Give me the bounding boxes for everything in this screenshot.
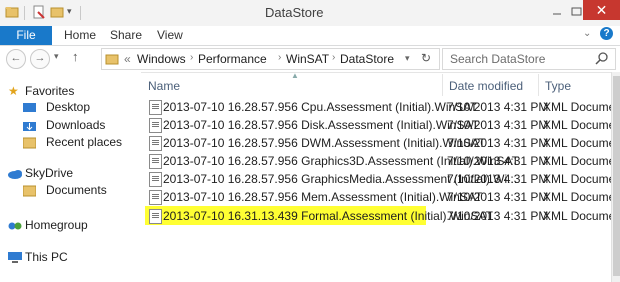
file-name: 2013-07-10 16.28.57.956 DWM.Assessment (… [163,136,486,150]
file-type: XML Document [543,154,620,168]
minimize-button[interactable] [545,3,569,21]
desktop-icon [23,101,36,113]
file-type: XML Document [543,190,620,204]
column-date-modified[interactable]: Date modified [449,79,523,93]
forward-button[interactable]: → [30,49,50,69]
close-button[interactable]: ✕ [583,0,620,20]
vertical-scrollbar[interactable] [611,72,620,282]
crumb-datastore[interactable]: DataStore [340,52,394,66]
tab-home[interactable]: Home [64,28,96,42]
address-bar[interactable]: « Windows › Performance › WinSAT › DataS… [101,48,440,70]
new-folder-icon[interactable] [50,5,64,19]
separator [80,6,81,20]
chevron-right-icon[interactable]: › [332,52,335,63]
column-header: ▲ Name Date modified Type [141,71,611,96]
downloads-icon [23,119,36,131]
file-row[interactable]: 2013-07-10 16.28.57.956 Disk.Assessment … [145,116,620,134]
file-type: XML Document [543,100,620,114]
navigation-bar: ← → ▾ ↑ « Windows › Performance › WinSAT… [0,46,620,73]
crumb-winsat[interactable]: WinSAT [286,52,329,66]
nav-downloads[interactable]: Downloads [0,116,141,134]
nav-homegroup[interactable]: Homegroup [0,216,141,234]
refresh-icon[interactable]: ↻ [421,51,431,65]
up-arrow-icon[interactable]: ↑ [72,49,79,64]
window-title: DataStore [265,5,324,20]
xml-file-icon [149,172,162,187]
xml-file-icon [149,100,162,115]
nav-desktop[interactable]: Desktop [0,98,141,116]
crumb-performance[interactable]: Performance [198,52,267,66]
homegroup-icon [8,219,22,231]
file-date: 7/10/2013 4:31 PM [447,172,549,186]
file-type: XML Document [543,118,620,132]
overflow-crumb[interactable]: « [124,52,131,66]
address-dropdown-icon[interactable]: ▾ [405,53,410,64]
nav-this-pc[interactable]: This PC [0,248,141,266]
nav-documents[interactable]: Documents [0,181,141,199]
file-name: 2013-07-10 16.28.57.956 Cpu.Assessment (… [163,100,478,114]
xml-file-icon [149,136,162,151]
file-row[interactable]: 2013-07-10 16.28.57.956 DWM.Assessment (… [145,134,620,152]
scrollbar-thumb[interactable] [613,76,620,276]
sort-ascending-icon: ▲ [291,71,299,80]
xml-file-icon [149,209,162,224]
documents-icon [22,184,37,197]
file-date: 7/10/2013 4:31 PM [447,118,549,132]
properties-icon[interactable] [32,5,46,19]
file-row[interactable]: 2013-07-10 16.28.57.956 GraphicsMedia.As… [145,170,620,188]
search-input[interactable]: Search DataStore [442,48,616,70]
file-row[interactable]: 2013-07-10 16.28.57.956 Cpu.Assessment (… [145,98,620,116]
file-type: XML Document [543,172,620,186]
column-divider[interactable] [442,74,443,96]
nav-skydrive[interactable]: SkyDrive [0,164,141,182]
chevron-right-icon[interactable]: › [190,52,193,63]
column-divider[interactable] [538,74,539,96]
title-bar: ▾ DataStore ✕ [0,0,620,27]
tab-file[interactable]: File [0,26,52,45]
ribbon-tabs: File Home Share View ⌄ ? [0,26,620,46]
file-date: 7/10/2013 4:31 PM [447,209,549,223]
file-row-highlighted[interactable]: 2013-07-10 16.31.13.439 Formal.Assessmen… [145,206,620,225]
column-name[interactable]: Name [148,79,180,93]
file-row[interactable]: 2013-07-10 16.28.57.956 Mem.Assessment (… [145,188,620,206]
crumb-windows[interactable]: Windows [137,52,186,66]
column-type[interactable]: Type [545,79,571,93]
back-button[interactable]: ← [6,49,26,69]
search-icon[interactable] [595,51,609,65]
nav-recent-places[interactable]: Recent places [0,133,141,151]
file-name: 2013-07-10 16.28.57.956 Disk.Assessment … [163,118,479,132]
file-date: 7/10/2013 4:31 PM [447,136,549,150]
ribbon-expand-icon[interactable]: ⌄ [583,28,591,39]
skydrive-icon [8,167,22,179]
tab-share[interactable]: Share [110,28,142,42]
file-date: 7/10/2013 4:31 PM [447,190,549,204]
recent-locations-icon[interactable]: ▾ [54,51,59,62]
search-placeholder: Search DataStore [450,52,546,66]
file-type: XML Document [543,136,620,150]
tab-view[interactable]: View [157,28,183,42]
separator [24,6,25,20]
folder-icon [105,52,119,65]
customize-toolbar-icon[interactable]: ▾ [67,6,81,20]
computer-icon [8,251,22,263]
star-icon: ★ [8,84,19,98]
file-name: 2013-07-10 16.31.13.439 Formal.Assessmen… [163,209,493,223]
recent-places-icon [22,136,37,149]
xml-file-icon [149,190,162,205]
file-name: 2013-07-10 16.28.57.956 Mem.Assessment (… [163,190,483,204]
help-icon[interactable]: ? [600,27,613,40]
file-type: XML Document [543,209,620,223]
file-date: 7/10/2013 4:31 PM [447,154,549,168]
chevron-right-icon[interactable]: › [278,52,281,63]
file-date: 7/10/2013 4:31 PM [447,100,549,114]
xml-file-icon [149,154,162,169]
folder-icon [5,5,19,19]
navigation-pane: ★ Favorites Desktop Downloads Recent pla… [0,72,141,282]
xml-file-icon [149,118,162,133]
file-row[interactable]: 2013-07-10 16.28.57.956 Graphics3D.Asses… [145,152,620,170]
